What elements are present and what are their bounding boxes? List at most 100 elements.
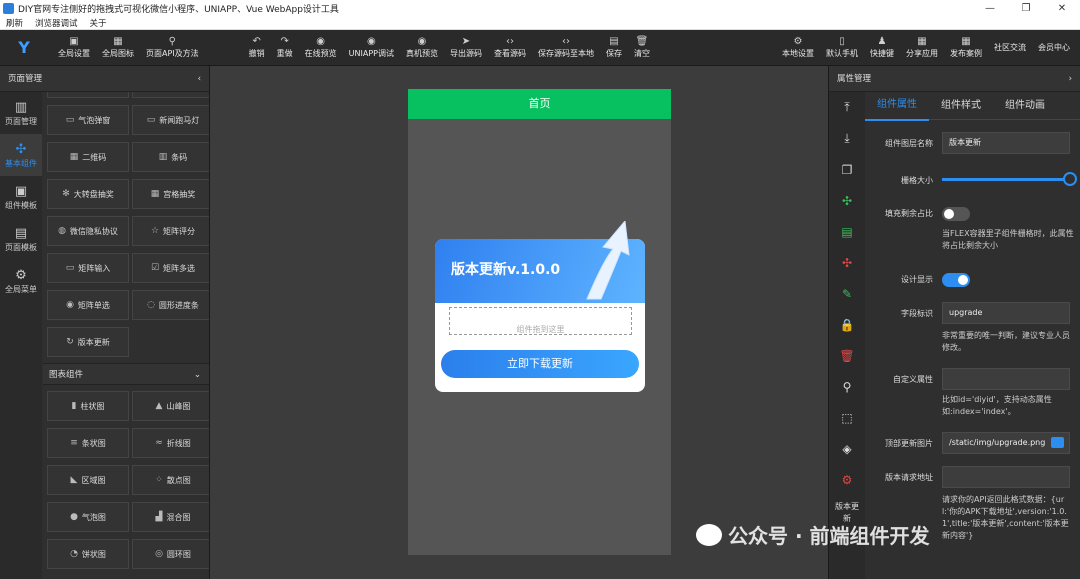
design-show-toggle[interactable] xyxy=(942,273,970,287)
link-icon[interactable]: ⚲ xyxy=(829,371,865,402)
shortcuts-button[interactable]: ♟ 快捷键 xyxy=(864,36,900,59)
component-item[interactable] xyxy=(132,92,209,98)
layers-icon[interactable]: ◈ xyxy=(829,433,865,464)
slider-handle[interactable] xyxy=(1063,172,1077,186)
phone-preview[interactable]: 首页 版本更新v.1.0.0 组件拖到这里 立即下载更新 xyxy=(408,89,671,555)
chart-item[interactable]: ● 气泡图 xyxy=(47,502,129,532)
nav-basic-components[interactable]: ✣ 基本组件 xyxy=(0,134,42,176)
component-item[interactable]: ☆ 矩阵评分 xyxy=(132,216,209,246)
chart-label: 散点图 xyxy=(166,475,191,485)
download-update-button[interactable]: 立即下载更新 xyxy=(441,350,639,378)
request-url-input[interactable] xyxy=(942,466,1070,488)
select-icon[interactable]: ⬚ xyxy=(829,402,865,433)
move-bottom-icon[interactable]: ⤓ xyxy=(829,123,865,154)
field-id-input[interactable]: upgrade xyxy=(942,302,1070,324)
redo-button[interactable]: ↷ 重做 xyxy=(271,36,299,59)
component-item[interactable]: ▦ 二维码 xyxy=(47,142,129,172)
component-item[interactable]: ☑ 矩阵多选 xyxy=(132,253,209,283)
tab-component-props[interactable]: 组件属性 xyxy=(865,91,929,121)
online-preview-button[interactable]: ◉ 在线预览 xyxy=(299,36,343,59)
community-button[interactable]: 社区交流 xyxy=(988,42,1032,53)
menu-browser-debug[interactable]: 浏览器调试 xyxy=(35,17,78,29)
chart-item[interactable]: ≡ 条状图 xyxy=(47,428,129,458)
nav-page-templates[interactable]: ▤ 页面模板 xyxy=(0,218,42,260)
lock-icon[interactable]: 🔒 xyxy=(829,309,865,340)
toolbar-label: 导出源码 xyxy=(449,49,482,58)
component-item[interactable]: ▦ 宫格抽奖 xyxy=(132,179,209,209)
settings-red-icon[interactable]: ⚙ xyxy=(829,464,865,495)
export-source-button[interactable]: ➤ 导出源码 xyxy=(444,36,488,59)
custom-attr-input[interactable] xyxy=(942,368,1070,390)
component-item[interactable]: ✻ 大转盘抽奖 xyxy=(47,179,129,209)
toolbar-label: 社区交流 xyxy=(994,43,1026,52)
puzzle-green-icon[interactable]: ✣ xyxy=(829,185,865,216)
nav-global-menu[interactable]: ⚙ 全局菜单 xyxy=(0,260,42,302)
edit-green-icon[interactable]: ✎ xyxy=(829,278,865,309)
chart-item[interactable]: ◔ 饼状图 xyxy=(47,539,129,569)
minimize-icon[interactable]: — xyxy=(972,3,1008,14)
link-icon: ⚲ xyxy=(168,36,176,47)
chart-item[interactable]: ▮ 柱状图 xyxy=(47,391,129,421)
menu-refresh[interactable]: 刷新 xyxy=(6,17,23,29)
component-item[interactable]: ▭ 矩阵输入 xyxy=(47,253,129,283)
component-item[interactable] xyxy=(47,92,129,98)
global-icons-button[interactable]: ▦ 全局图标 xyxy=(96,36,140,59)
chart-item[interactable]: ▲ 山峰图 xyxy=(132,391,209,421)
property-tabs: 组件属性 组件样式 组件动画 xyxy=(865,91,1080,121)
grid-size-slider[interactable] xyxy=(942,178,1068,181)
menu-about[interactable]: 关于 xyxy=(90,17,107,29)
collapse-right-icon[interactable]: › xyxy=(1069,66,1072,91)
page-api-button[interactable]: ⚲ 页面API及方法 xyxy=(140,36,205,59)
chart-item[interactable]: ◎ 圆环图 xyxy=(132,539,209,569)
chart-item[interactable]: ◣ 区域图 xyxy=(47,465,129,495)
prop-label: 栅格大小 xyxy=(901,176,933,185)
nav-label: 全局菜单 xyxy=(5,284,37,294)
image-picker-icon[interactable] xyxy=(1051,437,1064,448)
version-update-card[interactable]: 版本更新v.1.0.0 组件拖到这里 立即下载更新 xyxy=(435,221,645,392)
component-item[interactable]: ◍ 微信隐私协议 xyxy=(47,216,129,246)
undo-button[interactable]: ↶ 撤销 xyxy=(243,36,271,59)
puzzle-red-icon[interactable]: ✣ xyxy=(829,247,865,278)
component-item[interactable]: ↻ 版本更新 xyxy=(47,327,129,357)
component-item[interactable]: ▭ 新闻跑马灯 xyxy=(132,105,209,135)
chart-item[interactable]: ▟ 混合图 xyxy=(132,502,209,532)
share-app-button[interactable]: ▦ 分享应用 xyxy=(900,36,944,59)
component-item[interactable]: ◌ 圆形进度条 xyxy=(132,290,209,320)
drop-zone[interactable]: 组件拖到这里 xyxy=(449,307,632,335)
component-item[interactable]: ◉ 矩阵单选 xyxy=(47,290,129,320)
default-phone-button[interactable]: ▯ 默认手机 xyxy=(820,36,864,59)
save-button[interactable]: ▤ 保存 xyxy=(600,36,628,59)
chart-item[interactable]: ≈ 折线图 xyxy=(132,428,209,458)
chart-item[interactable]: ⁘ 散点图 xyxy=(132,465,209,495)
view-source-button[interactable]: ‹› 查看源码 xyxy=(488,36,532,59)
delete-icon[interactable]: 🗑 xyxy=(829,340,865,371)
nav-page-manage[interactable]: ▥ 页面管理 xyxy=(0,92,42,134)
tab-component-animation[interactable]: 组件动画 xyxy=(993,92,1057,120)
publish-case-button[interactable]: ▦ 发布案例 xyxy=(944,36,988,59)
move-top-icon[interactable]: ⤒ xyxy=(829,92,865,123)
copy-icon[interactable]: ❐ xyxy=(829,154,865,185)
document-green-icon[interactable]: ▤ xyxy=(829,216,865,247)
global-settings-button[interactable]: ▣ 全局设置 xyxy=(52,36,96,59)
tab-component-style[interactable]: 组件样式 xyxy=(929,92,993,120)
layer-name-input[interactable]: 版本更新 xyxy=(942,132,1070,154)
toolbar-label: 真机预览 xyxy=(405,49,438,58)
member-center-button[interactable]: 会员中心 xyxy=(1032,42,1076,53)
prop-top-image: 顶部更新图片 /static/img/upgrade.png xyxy=(865,432,1080,456)
close-icon[interactable]: ✕ xyxy=(1044,3,1080,14)
collapse-left-icon[interactable]: ‹ xyxy=(198,66,201,91)
toolbar-label: 全局图标 xyxy=(102,49,134,58)
save-source-local-button[interactable]: ‹› 保存源码至本地 xyxy=(532,36,600,59)
fill-ratio-toggle[interactable] xyxy=(942,207,970,221)
uniapp-debug-button[interactable]: ◉ UNIAPP调试 xyxy=(343,36,400,59)
chart-section-header[interactable]: 图表组件 ⌄ xyxy=(43,363,209,385)
device-preview-button[interactable]: ◉ 真机预览 xyxy=(400,36,444,59)
nav-component-templates[interactable]: ▣ 组件模板 xyxy=(0,176,42,218)
maximize-icon[interactable]: ❐ xyxy=(1008,3,1044,14)
local-settings-button[interactable]: ⚙ 本地设置 xyxy=(776,36,820,59)
component-item[interactable]: ▥ 条码 xyxy=(132,142,209,172)
component-item[interactable]: ▭ 气泡弹窗 xyxy=(47,105,129,135)
barcode-icon: ▥ xyxy=(158,152,168,162)
clear-button[interactable]: 🗑 清空 xyxy=(628,36,656,59)
component-list: ▭ 气泡弹窗 ▭ 新闻跑马灯 ▦ 二维码 ▥ 条码 ✻ 大转盘抽奖 ▦ 宫格抽奖 ◍ 微信隐私… xyxy=(43,92,209,579)
